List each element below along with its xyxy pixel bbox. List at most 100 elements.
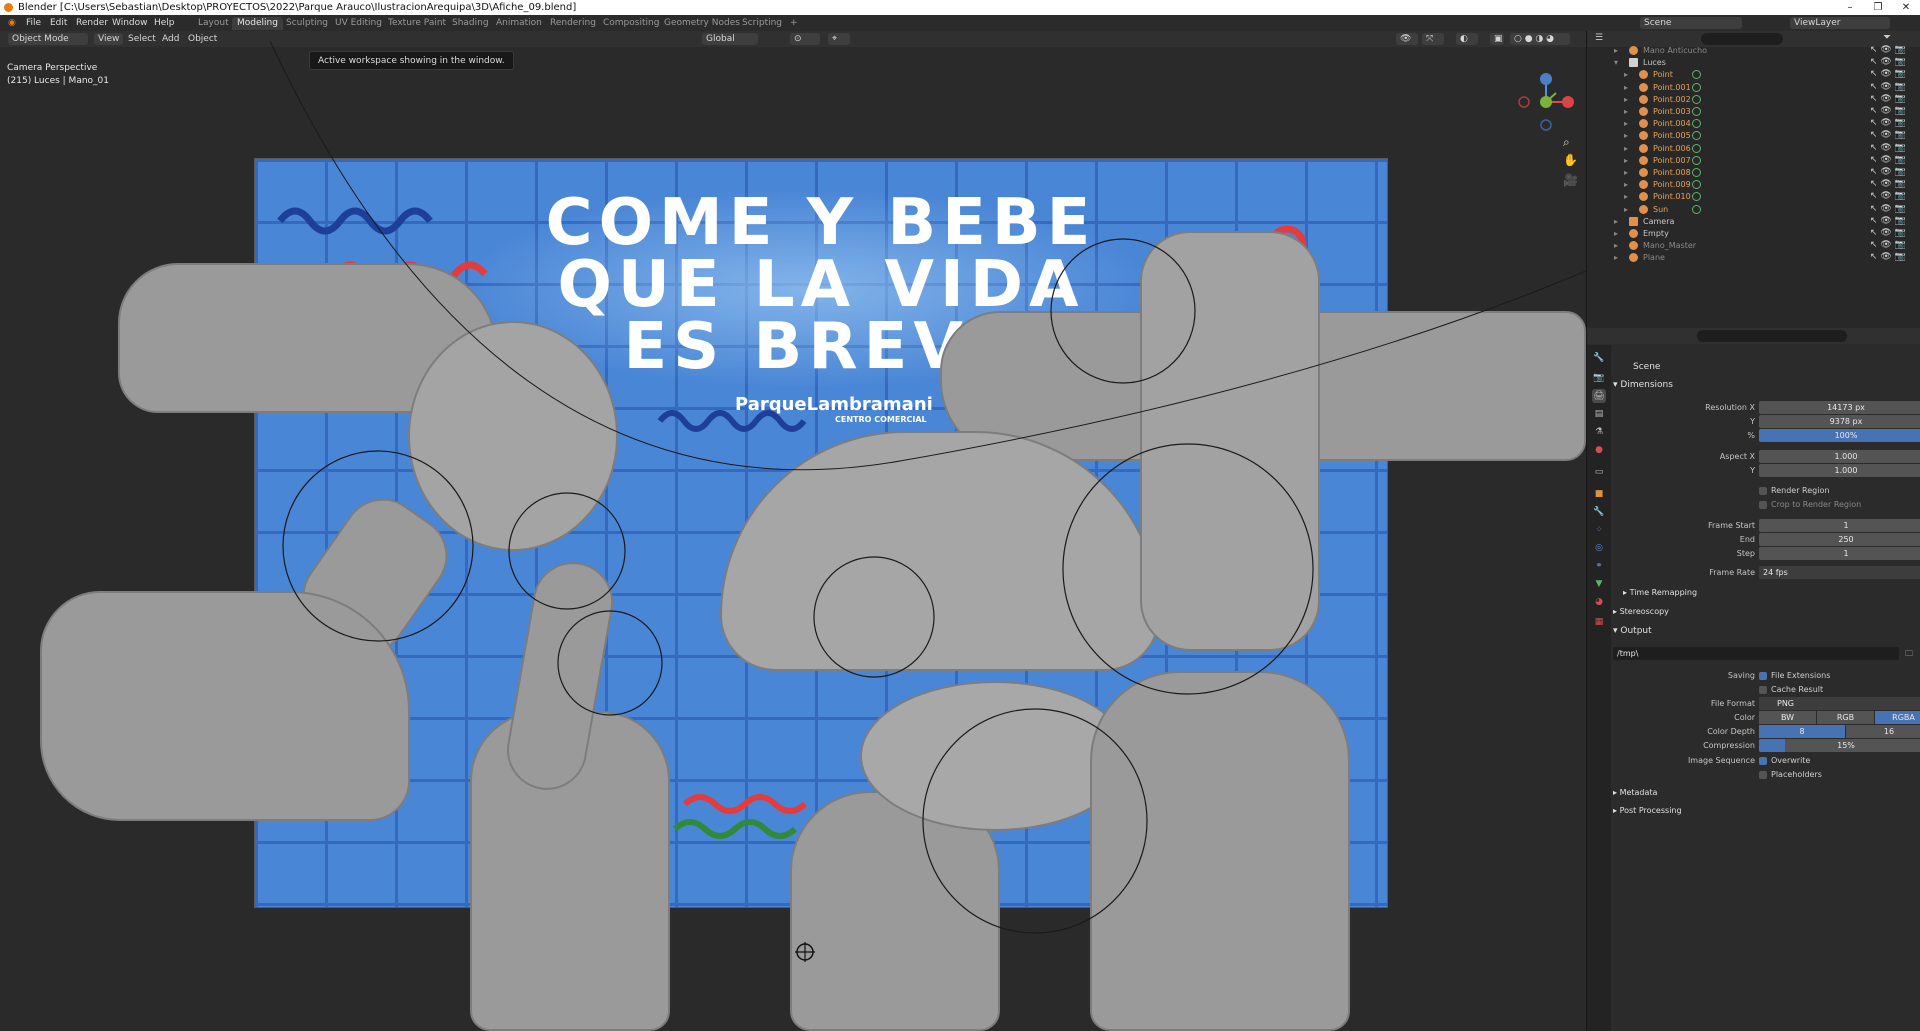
texture-tab-icon[interactable]: ▦ [1592,615,1606,629]
outliner-row[interactable]: ▸ Plane ↖👁📷 [1587,250,1920,265]
resolution-x-label: Resolution X [1705,403,1755,412]
light-data-icon[interactable] [1692,192,1701,202]
view-layer-tab-icon[interactable]: ▤ [1592,407,1606,421]
time-remapping-subpanel[interactable]: ▸ Time Remapping [1613,584,1913,602]
light-data-icon[interactable] [1692,70,1701,80]
menu-help[interactable]: Help [150,15,179,31]
particles-tab-icon[interactable]: ⁘ [1592,523,1606,537]
file-format-dropdown[interactable]: PNG [1759,697,1920,710]
file-extensions-checkbox[interactable] [1759,672,1767,680]
tab-scripting[interactable]: Scripting [737,17,787,30]
frame-rate-dropdown[interactable]: 24 fps [1759,566,1920,579]
outliner-panel[interactable]: ☰ ⏷ ▸ Mano Anticucho ↖👁📷 ▾ Luces ↖👁📷 ▸ Point ↖👁📷… [1586,31,1920,328]
compression-slider[interactable]: 15% [1759,739,1920,752]
data-tab-icon[interactable]: ▼ [1592,577,1606,591]
light-data-icon[interactable] [1692,168,1701,177]
view-layer-selector[interactable]: ViewLayer [1790,17,1890,29]
dimensions-panel-header[interactable]: ▾ Dimensions [1613,376,1913,394]
aspect-y-field[interactable]: 1.000 [1759,464,1920,477]
menu-file[interactable]: File [22,15,45,31]
color-depth-8-option[interactable]: 8 [1759,725,1846,738]
light-data-icon[interactable] [1692,94,1701,104]
object-tab-icon[interactable]: ■ [1592,487,1606,501]
tab-uv-editing[interactable]: UV Editing [330,17,387,30]
light-data-icon[interactable] [1692,119,1701,129]
color-bw-option[interactable]: BW [1759,711,1817,724]
post-processing-panel-header[interactable]: ▸ Post Processing [1613,802,1913,820]
frame-end-field[interactable]: 250 [1759,533,1920,546]
tab-animation[interactable]: Animation [491,17,547,30]
time-remapping-label: Time Remapping [1629,588,1698,597]
properties-search-input[interactable] [1697,330,1847,342]
resolution-x-field[interactable]: 14173 px [1759,401,1920,414]
tab-geometry-nodes[interactable]: Geometry Nodes [659,17,745,30]
color-depth-16-option[interactable]: 16 [1846,725,1920,738]
visibility-toggles-icon[interactable]: ↖👁📷 [1870,250,1909,265]
render-tab-icon[interactable]: 📷 [1592,371,1606,385]
expand-chevron-icon[interactable]: ▸ [1614,250,1618,265]
stereoscopy-panel-header[interactable]: ▸ Stereoscopy [1613,603,1913,621]
scene-tab-icon[interactable]: ⚗ [1592,425,1606,439]
workspace-tooltip: Active workspace showing in the window. [309,51,514,70]
light-data-icon[interactable] [1692,180,1701,190]
light-icon [1639,168,1648,177]
menu-window[interactable]: Window [108,15,152,31]
window-title: Blender [C:\Users\Sebastian\Desktop\PROY… [18,2,577,13]
3d-viewport[interactable]: Object Mode View Select Add Object Globa… [0,31,1586,1031]
tab-rendering[interactable]: Rendering [545,17,601,30]
world-tab-icon[interactable]: ● [1592,443,1606,457]
frame-end-label: End [1739,535,1755,544]
folder-icon[interactable]: 🗀 [1905,647,1913,661]
properties-editor[interactable]: 🔧 📷 🖨 ▤ ⚗ ● ▭ ■ 🔧 ⁘ ◎ ⚭ ▼ ◕ ▦ Scene ▾ Di… [1586,328,1920,1031]
blender-menu-icon[interactable]: ◉ [4,15,20,31]
tab-compositing[interactable]: Compositing [598,17,664,30]
cache-result-checkbox[interactable] [1759,686,1767,694]
color-rgba-option[interactable]: RGBA [1875,711,1920,724]
placeholders-checkbox[interactable] [1759,771,1767,779]
close-button[interactable]: ✕ [1892,0,1920,15]
render-region-checkbox[interactable] [1759,487,1767,495]
output-tab-icon[interactable]: 🖨 [1592,389,1606,403]
output-panel-header[interactable]: ▾ Output [1613,622,1913,640]
light-data-icon[interactable] [1692,143,1701,153]
modifier-tab-icon[interactable]: 🔧 [1592,505,1606,519]
overwrite-checkbox[interactable] [1759,757,1767,765]
light-data-icon[interactable] [1692,155,1701,165]
constraints-tab-icon[interactable]: ⚭ [1592,559,1606,573]
light-icon [1639,94,1648,104]
color-depth-label: Color Depth [1707,727,1755,736]
collection-tab-icon[interactable]: ▭ [1592,465,1606,479]
tab-layout[interactable]: Layout [193,17,234,30]
minimize-button[interactable]: – [1836,0,1864,15]
tab-shading[interactable]: Shading [447,17,494,30]
physics-tab-icon[interactable]: ◎ [1592,541,1606,555]
light-data-icon[interactable] [1692,131,1701,141]
crop-region-row: Crop to Render Region [1613,498,1915,512]
tab-modeling[interactable]: Modeling [232,17,283,30]
scene-selector[interactable]: Scene [1640,17,1742,29]
color-rgb-option[interactable]: RGB [1817,711,1875,724]
output-path-input[interactable]: /tmp\ [1613,647,1899,660]
tab-sculpting[interactable]: Sculpting [281,17,333,30]
metadata-panel-header[interactable]: ▸ Metadata [1613,784,1913,802]
resolution-percent-slider[interactable]: 100% [1759,429,1920,442]
aspect-x-field[interactable]: 1.000 [1759,450,1920,463]
maximize-button[interactable]: ❐ [1864,0,1892,15]
add-workspace-button[interactable]: + [785,17,803,30]
frame-start-field[interactable]: 1 [1759,519,1920,532]
compression-value: 15% [1837,741,1855,750]
tab-texture-paint[interactable]: Texture Paint [383,17,451,30]
tool-tab-icon[interactable]: 🔧 [1592,351,1606,365]
crop-region-checkbox[interactable] [1759,501,1767,509]
outliner-filter-icon[interactable]: ⏷ [1883,32,1891,43]
filter-icon[interactable]: ☰ [1595,33,1603,43]
output-title: Output [1620,626,1652,636]
resolution-y-field[interactable]: 9378 px [1759,415,1920,428]
light-data-icon[interactable] [1692,107,1701,116]
light-data-icon[interactable] [1692,204,1701,214]
menu-edit[interactable]: Edit [46,15,71,31]
menu-render[interactable]: Render [72,15,112,31]
frame-step-field[interactable]: 1 [1759,547,1920,560]
light-data-icon[interactable] [1692,82,1701,92]
material-tab-icon[interactable]: ◕ [1592,595,1606,609]
